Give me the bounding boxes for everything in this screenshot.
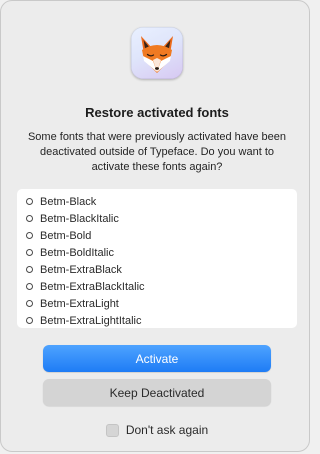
bullet-icon xyxy=(26,249,33,256)
activate-button[interactable]: Activate xyxy=(43,345,271,372)
checkbox-label: Don't ask again xyxy=(125,423,209,437)
font-list[interactable]: Betm-Black Betm-BlackItalic Betm-Bold Be… xyxy=(17,189,297,328)
font-name: Betm-Black xyxy=(40,195,97,208)
font-name: Betm-BlackItalic xyxy=(40,212,119,225)
bullet-icon xyxy=(26,266,33,273)
font-name: Betm-BoldItalic xyxy=(40,246,114,259)
bullet-icon xyxy=(26,198,33,205)
list-item: Betm-Black xyxy=(17,193,297,210)
list-item: Betm-ExtraBlack xyxy=(17,261,297,278)
dialog-message: Some fonts that were previously activate… xyxy=(27,131,287,173)
bullet-icon xyxy=(26,317,33,324)
dialog: Restore activated fonts Some fonts that … xyxy=(0,0,310,452)
dont-ask-again-row[interactable]: Don't ask again xyxy=(1,423,313,437)
dont-ask-again-checkbox[interactable] xyxy=(105,423,119,437)
list-item: Betm-ExtraLight xyxy=(17,295,297,312)
list-item: Betm-ExtraBlackItalic xyxy=(17,278,297,295)
font-name: Betm-ExtraLight xyxy=(40,297,119,310)
bullet-icon xyxy=(26,232,33,239)
bullet-icon xyxy=(26,300,33,307)
font-name: Betm-ExtraBlack xyxy=(40,263,122,276)
font-name: Betm-ExtraLightItalic xyxy=(40,314,142,327)
fox-app-icon xyxy=(131,27,183,79)
font-name: Betm-Bold xyxy=(40,229,92,242)
keep-deactivated-button[interactable]: Keep Deactivated xyxy=(43,379,271,406)
list-item: Betm-Bold xyxy=(17,227,297,244)
bullet-icon xyxy=(26,283,33,290)
dialog-title: Restore activated fonts xyxy=(85,105,229,120)
font-name: Betm-ExtraBlackItalic xyxy=(40,280,145,293)
list-item: Betm-BlackItalic xyxy=(17,210,297,227)
list-item: Betm-ExtraLightItalic xyxy=(17,312,297,328)
list-item: Betm-BoldItalic xyxy=(17,244,297,261)
bullet-icon xyxy=(26,215,33,222)
